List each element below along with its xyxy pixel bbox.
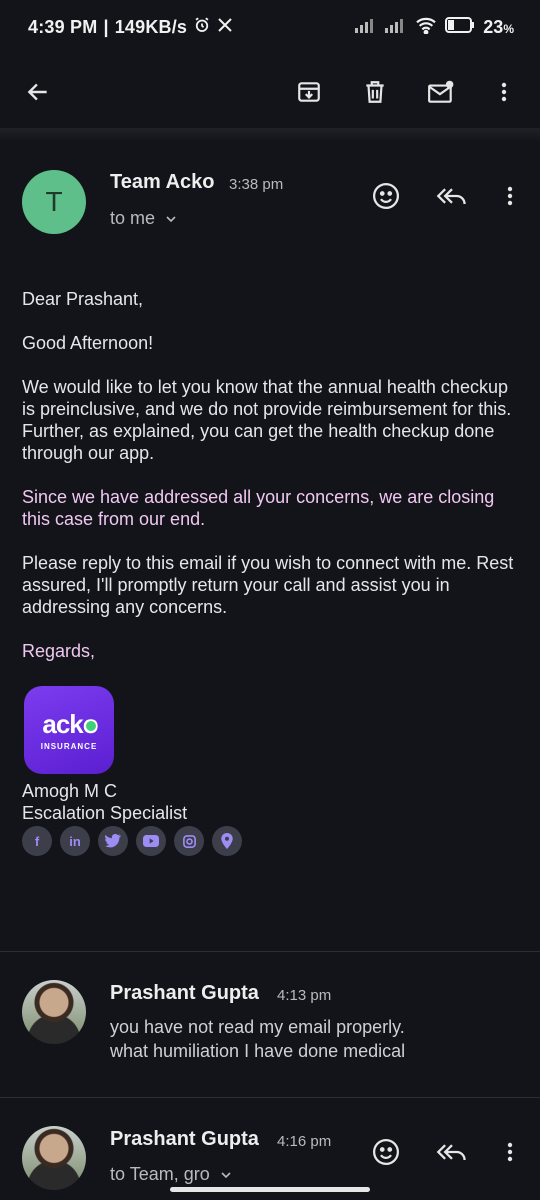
chevron-down-icon <box>166 215 176 222</box>
email-paragraph-1: Good Afternoon! <box>22 333 154 353</box>
reply-all-button[interactable] <box>430 1130 474 1174</box>
smiley-icon <box>373 183 399 209</box>
sender-name[interactable]: Prashant Gupta <box>110 982 259 1005</box>
react-emoji-button[interactable] <box>364 1130 408 1174</box>
message-snippet-line-1[interactable]: you have not read my email properly. <box>110 1014 405 1040</box>
status-time: 4:39 PM <box>28 17 98 37</box>
recipients-label: to me <box>110 208 156 228</box>
battery-icon <box>445 17 475 38</box>
email-paragraph-4: Please reply to this email if you wish t… <box>22 553 514 617</box>
sender-name[interactable]: Prashant Gupta <box>110 1128 259 1151</box>
recipients-toggle[interactable]: to Team, gro <box>110 1164 234 1185</box>
acko-logo[interactable]: acko INSURANCE <box>24 686 114 774</box>
back-button[interactable] <box>16 70 60 114</box>
avatar-letter: T <box>45 186 63 217</box>
more-vert-icon <box>501 82 507 102</box>
sender-photo-avatar[interactable] <box>22 1126 86 1190</box>
mark-unread-icon <box>428 80 454 103</box>
reply-all-icon <box>436 1144 466 1161</box>
alarm-icon <box>193 16 211 39</box>
recipients-toggle[interactable]: to me <box>110 208 179 229</box>
more-vert-icon <box>507 186 513 206</box>
delete-button[interactable] <box>353 70 397 114</box>
instagram-icon[interactable] <box>174 826 204 856</box>
percent-sign: % <box>503 22 514 36</box>
email-paragraph-3: Since we have addressed all your concern… <box>22 487 495 529</box>
archive-button[interactable] <box>287 70 331 114</box>
email-toolbar <box>0 56 540 128</box>
status-speed: 149KB/s <box>114 17 188 37</box>
sender-name[interactable]: Team Acko <box>110 171 214 194</box>
wifi-icon <box>415 16 437 39</box>
twitter-icon[interactable] <box>98 826 128 856</box>
sender-photo-avatar[interactable] <box>22 980 86 1044</box>
social-links: f in <box>22 826 242 856</box>
signature-title: Escalation Specialist <box>22 803 188 823</box>
battery-value: 23 <box>483 17 504 37</box>
react-emoji-button[interactable] <box>364 174 408 218</box>
status-bar: 4:39 PM | 149KB/s 23% <box>0 0 540 56</box>
signal-2-icon <box>385 17 407 38</box>
signal-icon <box>355 17 377 38</box>
message-divider <box>0 1097 540 1098</box>
message-divider <box>0 951 540 952</box>
status-left: 4:39 PM | 149KB/s <box>28 16 233 39</box>
home-indicator[interactable] <box>170 1187 370 1192</box>
status-right: 23% <box>355 16 514 39</box>
message-time: 3:38 pm <box>229 176 284 193</box>
location-pin-icon[interactable] <box>212 826 242 856</box>
reply-all-button[interactable] <box>430 174 474 218</box>
acko-logo-word: acko <box>42 709 98 740</box>
toolbar-shadow <box>0 128 540 142</box>
archive-icon <box>298 82 320 102</box>
message-more-button[interactable] <box>488 174 532 218</box>
smiley-icon <box>373 1139 399 1165</box>
youtube-icon[interactable] <box>136 826 166 856</box>
arrow-left-icon <box>27 83 47 101</box>
more-vert-icon <box>507 1142 513 1162</box>
message-time: 4:16 pm <box>277 1133 332 1150</box>
facebook-icon[interactable]: f <box>22 826 52 856</box>
reply-all-icon <box>436 188 466 205</box>
recipients-label: to Team, gro <box>110 1164 210 1184</box>
acko-logo-subtitle: INSURANCE <box>40 742 98 751</box>
email-paragraph-2: We would like to let you know that the a… <box>22 377 512 463</box>
x-app-icon <box>217 17 233 38</box>
email-closing: Regards, <box>22 641 96 661</box>
mark-unread-button[interactable] <box>419 70 463 114</box>
logo-dot <box>85 720 96 731</box>
battery-percent: 23% <box>483 17 514 38</box>
more-options-button[interactable] <box>482 70 526 114</box>
email-greeting: Dear Prashant, <box>22 289 144 309</box>
linkedin-icon[interactable]: in <box>60 826 90 856</box>
status-separator: | <box>103 17 109 37</box>
message-snippet-line-2[interactable]: what humiliation I have done medical <box>110 1038 405 1064</box>
chevron-down-icon <box>221 1171 231 1178</box>
message-time: 4:13 pm <box>277 987 332 1004</box>
trash-icon <box>366 81 384 103</box>
signature-name: Amogh M C <box>22 781 118 801</box>
sender-avatar[interactable]: T <box>22 170 86 234</box>
message-more-button[interactable] <box>488 1130 532 1174</box>
